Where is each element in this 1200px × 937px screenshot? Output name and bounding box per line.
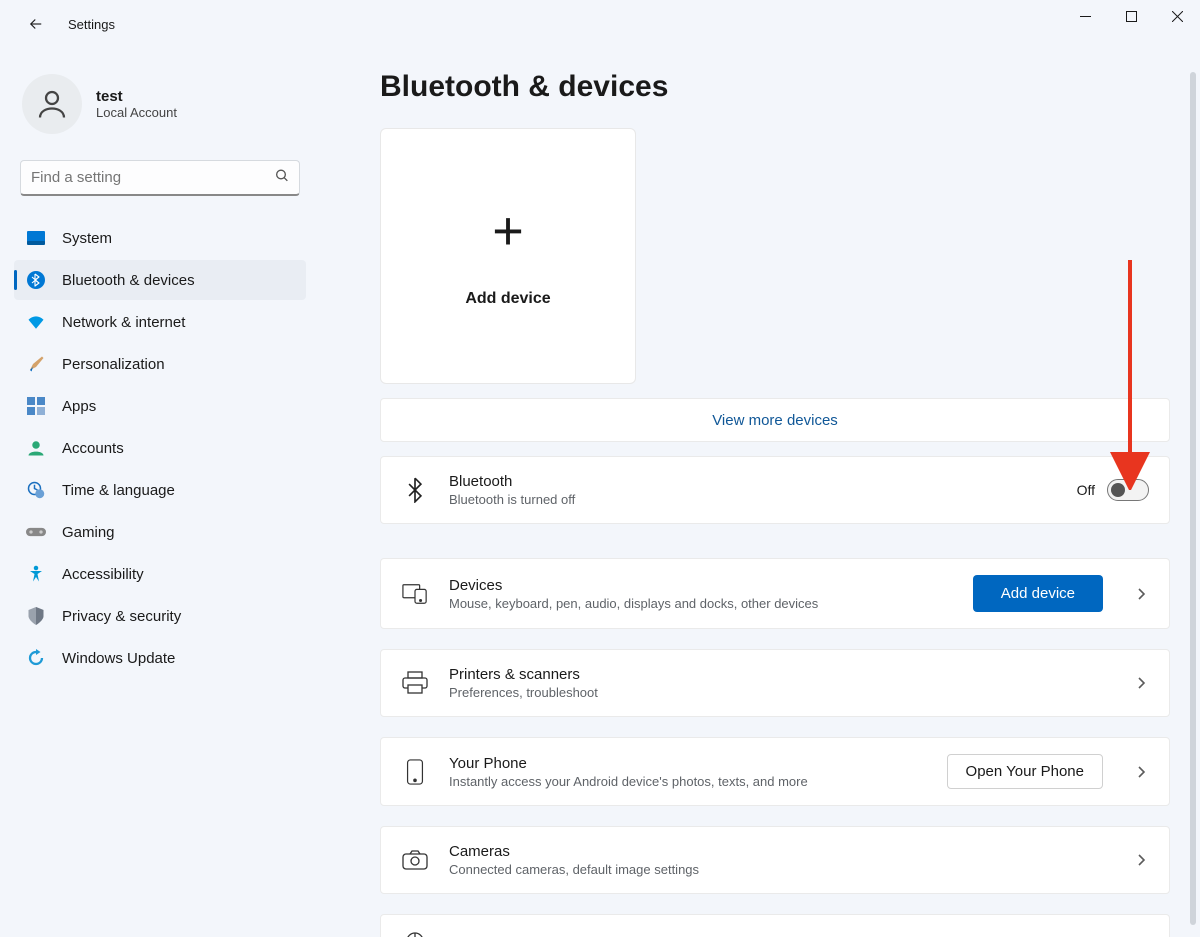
maximize-button[interactable] xyxy=(1108,0,1154,32)
devices-title: Devices xyxy=(449,577,953,594)
clock-globe-icon xyxy=(26,480,46,500)
minimize-button[interactable] xyxy=(1062,0,1108,32)
person-icon xyxy=(34,86,70,122)
sidebar-item-apps[interactable]: Apps xyxy=(14,386,306,426)
sidebar-item-label: Accessibility xyxy=(62,566,144,583)
gamepad-icon xyxy=(26,522,46,542)
window-title: Settings xyxy=(68,17,115,32)
sidebar-item-label: System xyxy=(62,230,112,247)
page-title: Bluetooth & devices xyxy=(380,70,1180,104)
mouse-icon xyxy=(401,931,429,937)
add-device-card[interactable]: + Add device xyxy=(380,128,636,384)
sidebar-item-privacy[interactable]: Privacy & security xyxy=(14,596,306,636)
shield-icon xyxy=(26,606,46,626)
paintbrush-icon xyxy=(26,354,46,374)
sidebar-item-label: Windows Update xyxy=(62,650,175,667)
monitor-icon xyxy=(26,228,46,248)
sidebar-item-label: Time & language xyxy=(62,482,175,499)
chevron-right-icon xyxy=(1133,764,1149,780)
printers-title: Printers & scanners xyxy=(449,666,1103,683)
printers-subtitle: Preferences, troubleshoot xyxy=(449,685,1103,700)
chevron-right-icon xyxy=(1133,675,1149,691)
arrow-left-icon xyxy=(27,15,45,33)
sidebar: test Local Account System Bluetooth & xyxy=(0,48,320,937)
phone-icon xyxy=(401,758,429,786)
mouse-panel[interactable]: Mouse xyxy=(380,914,1170,937)
camera-icon xyxy=(401,846,429,874)
bluetooth-title: Bluetooth xyxy=(449,473,1057,490)
sidebar-item-label: Accounts xyxy=(62,440,124,457)
accessibility-icon xyxy=(26,564,46,584)
chevron-right-icon xyxy=(1133,586,1149,602)
printer-icon xyxy=(401,669,429,697)
sidebar-item-gaming[interactable]: Gaming xyxy=(14,512,306,552)
account-block[interactable]: test Local Account xyxy=(8,60,312,148)
back-button[interactable] xyxy=(18,6,54,42)
search-icon xyxy=(274,168,290,189)
window-controls xyxy=(1062,0,1200,32)
open-your-phone-button[interactable]: Open Your Phone xyxy=(947,754,1103,789)
close-button[interactable] xyxy=(1154,0,1200,32)
printers-panel[interactable]: Printers & scanners Preferences, trouble… xyxy=(380,649,1170,717)
sidebar-item-accessibility[interactable]: Accessibility xyxy=(14,554,306,594)
annotation-arrow xyxy=(1110,260,1150,490)
sidebar-item-label: Bluetooth & devices xyxy=(62,272,195,289)
bluetooth-icon xyxy=(26,270,46,290)
sidebar-item-windows-update[interactable]: Windows Update xyxy=(14,638,306,678)
bluetooth-toggle-label: Off xyxy=(1077,482,1095,498)
account-icon xyxy=(26,438,46,458)
cameras-panel[interactable]: Cameras Connected cameras, default image… xyxy=(380,826,1170,894)
sidebar-item-personalization[interactable]: Personalization xyxy=(14,344,306,384)
search-input[interactable] xyxy=(20,160,300,196)
main-content: Bluetooth & devices + Add device View mo… xyxy=(320,48,1200,937)
title-bar: Settings xyxy=(0,0,1200,48)
minimize-icon xyxy=(1080,11,1091,22)
add-device-button[interactable]: Add device xyxy=(973,575,1103,612)
sidebar-item-label: Network & internet xyxy=(62,314,185,331)
devices-panel[interactable]: Devices Mouse, keyboard, pen, audio, dis… xyxy=(380,558,1170,629)
bluetooth-subtitle: Bluetooth is turned off xyxy=(449,492,1057,507)
apps-icon xyxy=(26,396,46,416)
sidebar-item-accounts[interactable]: Accounts xyxy=(14,428,306,468)
your-phone-panel[interactable]: Your Phone Instantly access your Android… xyxy=(380,737,1170,806)
your-phone-subtitle: Instantly access your Android device's p… xyxy=(449,774,927,789)
wifi-icon xyxy=(26,312,46,332)
account-subtitle: Local Account xyxy=(96,105,177,120)
nav-list: System Bluetooth & devices Network & int… xyxy=(8,214,312,682)
sidebar-item-label: Personalization xyxy=(62,356,165,373)
bluetooth-panel: Bluetooth Bluetooth is turned off Off xyxy=(380,456,1170,524)
sidebar-item-system[interactable]: System xyxy=(14,218,306,258)
sidebar-item-time-language[interactable]: Time & language xyxy=(14,470,306,510)
avatar xyxy=(22,74,82,134)
plus-icon: + xyxy=(492,204,524,258)
sidebar-item-label: Gaming xyxy=(62,524,115,541)
view-more-label: View more devices xyxy=(712,412,838,429)
account-name: test xyxy=(96,88,177,105)
view-more-devices[interactable]: View more devices xyxy=(380,398,1170,442)
sidebar-item-label: Privacy & security xyxy=(62,608,181,625)
chevron-right-icon xyxy=(1133,852,1149,868)
search-box xyxy=(20,160,300,196)
update-icon xyxy=(26,648,46,668)
cameras-title: Cameras xyxy=(449,843,1103,860)
bluetooth-icon xyxy=(401,476,429,504)
devices-subtitle: Mouse, keyboard, pen, audio, displays an… xyxy=(449,596,953,611)
your-phone-title: Your Phone xyxy=(449,755,927,772)
cameras-subtitle: Connected cameras, default image setting… xyxy=(449,862,1103,877)
add-device-label: Add device xyxy=(465,290,550,308)
sidebar-item-bluetooth-devices[interactable]: Bluetooth & devices xyxy=(14,260,306,300)
maximize-icon xyxy=(1126,11,1137,22)
devices-icon xyxy=(401,580,429,608)
sidebar-item-label: Apps xyxy=(62,398,96,415)
scrollbar[interactable] xyxy=(1190,72,1196,925)
sidebar-item-network[interactable]: Network & internet xyxy=(14,302,306,342)
close-icon xyxy=(1172,11,1183,22)
